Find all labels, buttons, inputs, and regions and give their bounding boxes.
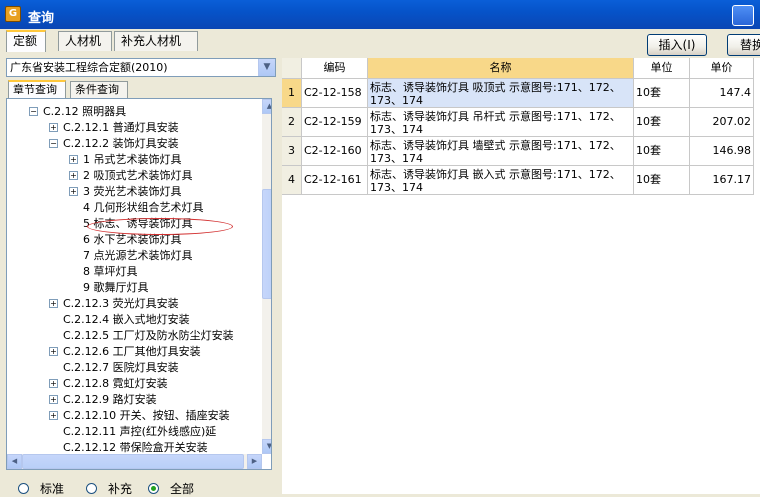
row-header-corner [282, 58, 302, 79]
tab-quota[interactable]: 定额 [6, 30, 46, 52]
radio-all[interactable] [148, 483, 159, 494]
cell-unit[interactable]: 10套 [634, 108, 690, 137]
tree-node[interactable]: 3 荧光艺术装饰灯具 [83, 184, 182, 200]
tree-node[interactable]: 2 吸顶式艺术装饰灯具 [83, 168, 193, 184]
tree-node[interactable]: C.2.12.5 工厂灯及防水防尘灯安装 [63, 328, 234, 344]
tab-chapter-search[interactable]: 章节查询 [8, 80, 66, 100]
quota-results-table: 编码 名称 单位 单价 1 C2-12-158 标志、诱导装饰灯具 吸顶式 示意图号… [282, 58, 760, 494]
scroll-thumb[interactable] [262, 189, 271, 299]
tab-materials[interactable]: 人材机 [58, 31, 112, 51]
cell-code[interactable]: C2-12-160 [302, 137, 368, 166]
cell-code[interactable]: C2-12-158 [302, 79, 368, 108]
cell-unit[interactable]: 10套 [634, 137, 690, 166]
tab-supplementary-materials[interactable]: 补充人材机 [114, 31, 198, 51]
tree-node[interactable]: 4 几何形状组合艺术灯具 [83, 200, 204, 216]
tree-node[interactable]: C.2.12.11 声控(红外线感应)延 [63, 424, 216, 440]
window-control-button[interactable] [732, 5, 754, 26]
collapse-icon[interactable]: − [49, 139, 58, 148]
app-icon: G [5, 6, 21, 22]
tree-vertical-scrollbar[interactable]: ▲ ▼ [262, 99, 271, 454]
column-header-unit[interactable]: 单位 [634, 58, 690, 79]
title-bar: G 查询 [0, 0, 760, 29]
row-number[interactable]: 2 [282, 108, 302, 137]
expand-icon[interactable]: + [69, 171, 78, 180]
expand-icon[interactable]: + [49, 123, 58, 132]
chapter-tree: − C.2.12 照明器具 + C.2.12.1 普通灯具安装 − C.2.12.2 装饰… [6, 98, 272, 470]
tree-node[interactable]: C.2.12.3 荧光灯具安装 [63, 296, 179, 312]
cell-code[interactable]: C2-12-159 [302, 108, 368, 137]
scroll-thumb-horizontal[interactable] [22, 454, 244, 469]
radio-all-label: 全部 [170, 482, 195, 496]
scroll-down-icon[interactable]: ▼ [262, 439, 271, 454]
scroll-right-icon[interactable]: ▶ [247, 454, 262, 469]
cell-unit[interactable]: 10套 [634, 166, 690, 195]
tree-node[interactable]: C.2.12.10 开关、按钮、插座安装 [63, 408, 230, 424]
cell-name[interactable]: 标志、诱导装饰灯具 墙壁式 示意图号:171、172、173、174 [368, 137, 634, 166]
tree-node[interactable]: C.2.12.7 医院灯具安装 [63, 360, 179, 376]
expand-icon[interactable]: + [49, 347, 58, 356]
highlight-ellipse [87, 218, 233, 235]
tree-node[interactable]: 9 歌舞厅灯具 [83, 280, 149, 296]
tab-condition-search[interactable]: 条件查询 [70, 81, 128, 99]
window-title: 查询 [28, 11, 55, 26]
tree-node[interactable]: C.2.12.9 路灯安装 [63, 392, 157, 408]
column-header-name[interactable]: 名称 [368, 58, 634, 79]
radio-supplementary-label: 补充 [108, 482, 133, 496]
replace-button[interactable]: 替换 [727, 34, 760, 56]
cell-unit[interactable]: 10套 [634, 79, 690, 108]
quota-library-select[interactable]: 广东省安装工程综合定额(2010) ▼ [6, 58, 276, 77]
column-header-code[interactable]: 编码 [302, 58, 368, 79]
radio-supplementary[interactable] [86, 483, 97, 494]
row-number[interactable]: 4 [282, 166, 302, 195]
tree-node[interactable]: 8 草坪灯具 [83, 264, 138, 280]
tree-node[interactable]: C.2.12.8 霓虹灯安装 [63, 376, 168, 392]
cell-code[interactable]: C2-12-161 [302, 166, 368, 195]
tree-node[interactable]: C.2.12 照明器具 [43, 104, 126, 120]
row-number[interactable]: 3 [282, 137, 302, 166]
expand-icon[interactable]: + [69, 155, 78, 164]
row-number[interactable]: 1 [282, 79, 302, 108]
column-header-price[interactable]: 单价 [690, 58, 754, 79]
scroll-up-icon[interactable]: ▲ [262, 99, 271, 114]
expand-icon[interactable]: + [49, 379, 58, 388]
tree-node[interactable]: C.2.12.6 工厂其他灯具安装 [63, 344, 201, 360]
expand-icon[interactable]: + [49, 395, 58, 404]
expand-icon[interactable]: + [49, 411, 58, 420]
cell-price[interactable]: 146.98 [690, 137, 754, 166]
scroll-left-icon[interactable]: ◀ [7, 454, 22, 469]
cell-name[interactable]: 标志、诱导装饰灯具 嵌入式 示意图号:171、172、173、174 [368, 166, 634, 195]
expand-icon[interactable]: + [49, 299, 58, 308]
tree-node[interactable]: 1 吊式艺术装饰灯具 [83, 152, 182, 168]
quota-library-value: 广东省安装工程综合定额(2010) [10, 61, 168, 74]
tree-horizontal-scrollbar[interactable]: ◀ ▶ [7, 454, 262, 469]
cell-price[interactable]: 147.4 [690, 79, 754, 108]
tree-node[interactable]: C.2.12.1 普通灯具安装 [63, 120, 179, 136]
insert-button[interactable]: 插入(I) [647, 34, 707, 56]
tree-node[interactable]: C.2.12.4 嵌入式地灯安装 [63, 312, 190, 328]
chevron-down-icon[interactable]: ▼ [258, 59, 275, 76]
radio-standard-label: 标准 [40, 482, 65, 496]
cell-price[interactable]: 167.17 [690, 166, 754, 195]
collapse-icon[interactable]: − [29, 107, 38, 116]
cell-name[interactable]: 标志、诱导装饰灯具 吊杆式 示意图号:171、172、173、174 [368, 108, 634, 137]
tree-node[interactable]: 7 点光源艺术装饰灯具 [83, 248, 193, 264]
radio-standard[interactable] [18, 483, 29, 494]
cell-price[interactable]: 207.02 [690, 108, 754, 137]
tree-node[interactable]: C.2.12.2 装饰灯具安装 [63, 136, 179, 152]
expand-icon[interactable]: + [69, 187, 78, 196]
cell-name[interactable]: 标志、诱导装饰灯具 吸顶式 示意图号:171、172、173、174 [368, 79, 634, 108]
